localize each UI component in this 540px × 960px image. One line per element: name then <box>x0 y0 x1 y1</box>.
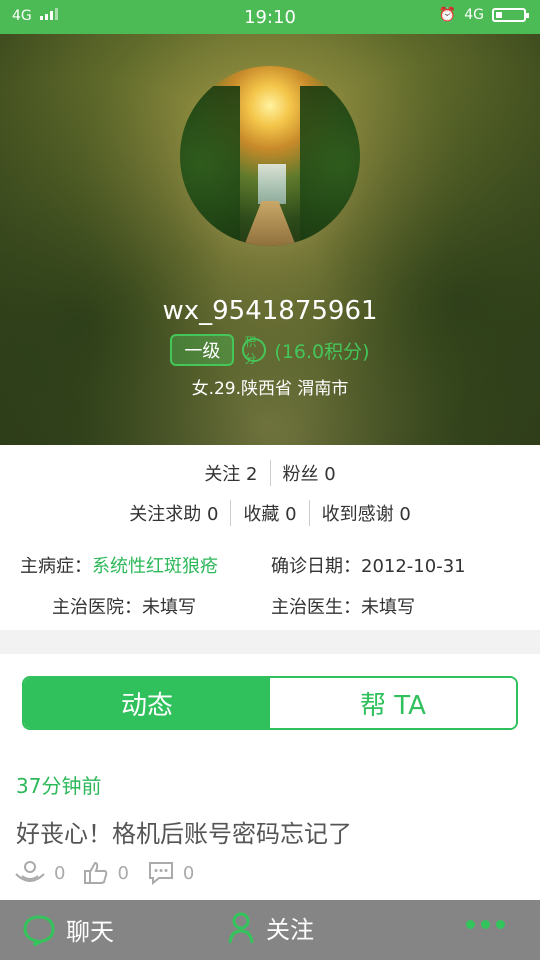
doctor-value: 未填写 <box>361 597 415 618</box>
main-condition-label: 主病症： <box>20 556 92 577</box>
points-icon: 积分 <box>242 335 267 366</box>
hug-count: 0 <box>54 862 66 884</box>
username: wx_9541875961 <box>162 296 378 326</box>
hug-button[interactable]: 0 <box>14 860 65 886</box>
divider <box>308 500 310 526</box>
more-options-icon[interactable] <box>466 920 505 929</box>
divider <box>230 500 232 526</box>
points-text: (16.0积分) <box>274 340 370 363</box>
profile-header: wx_9541875961 一级 积分 (16.0积分) 女.29.陕西省 渭南… <box>0 34 540 445</box>
thanks-count[interactable]: 收到感谢 0 <box>322 500 411 526</box>
avatar[interactable] <box>180 66 360 246</box>
level-badge: 一级 <box>170 334 235 366</box>
tab-activity[interactable]: 动态 <box>24 678 270 728</box>
like-button[interactable]: 0 <box>83 860 129 886</box>
following-count[interactable]: 关注 2 <box>204 460 257 486</box>
user-info: 女.29.陕西省 渭南市 <box>191 379 349 399</box>
status-right: ⏰ 4G <box>438 7 529 23</box>
tab-help-ta[interactable]: 帮 TA <box>270 678 516 728</box>
hospital: 主治医院：未填写 <box>52 593 196 619</box>
main-condition-value[interactable]: 系统性红斑狼疮 <box>92 556 218 577</box>
section-divider <box>0 630 540 654</box>
hospital-label: 主治医院： <box>52 597 142 618</box>
post-actions: 0 0 0 <box>14 860 212 886</box>
bottom-action-bar: 聊天 关注 <box>0 900 540 960</box>
main-condition: 主病症：系统性红斑狼疮 <box>20 552 218 578</box>
hug-icon <box>15 861 45 882</box>
network-type-right: 4G <box>464 7 484 23</box>
comment-count: 0 <box>182 862 195 884</box>
chat-button[interactable]: 聊天 <box>22 912 114 947</box>
favorites-count[interactable]: 收藏 0 <box>243 500 296 526</box>
thumbs-up-icon <box>84 861 108 884</box>
user-add-icon <box>228 912 254 943</box>
activity-stats: 关注求助 0 收藏 0 收到感谢 0 <box>0 500 540 526</box>
diagnosis-date: 确诊日期：2012-10-31 <box>271 552 466 578</box>
follow-label: 关注 <box>266 916 314 944</box>
follow-stats: 关注 2 粉丝 0 <box>0 460 540 486</box>
post-content[interactable]: 好丧心！格机后账号密码忘记了 <box>16 814 352 849</box>
doctor: 主治医生：未填写 <box>271 593 415 619</box>
chat-label: 聊天 <box>66 918 114 946</box>
help-following-count[interactable]: 关注求助 0 <box>129 500 218 526</box>
post-time: 37分钟前 <box>16 774 102 798</box>
follow-button[interactable]: 关注 <box>228 910 314 945</box>
comment-button[interactable]: 0 <box>147 860 194 886</box>
tab-bar: 动态 帮 TA <box>22 676 518 730</box>
divider <box>269 460 271 486</box>
alarm-clock-icon: ⏰ <box>438 7 457 23</box>
doctor-label: 主治医生： <box>271 597 361 618</box>
chat-bubble-icon <box>23 914 55 946</box>
level-row: 一级 积分 (16.0积分) <box>0 334 540 366</box>
diagnosis-date-value: 2012-10-31 <box>361 556 466 577</box>
battery-icon <box>492 8 529 22</box>
fans-count[interactable]: 粉丝 0 <box>283 460 336 486</box>
hospital-value: 未填写 <box>142 597 196 618</box>
comment-icon <box>148 862 173 886</box>
status-bar: 4G 19:10 ⏰ 4G <box>0 0 540 34</box>
like-count: 0 <box>117 862 129 884</box>
diagnosis-date-label: 确诊日期： <box>271 556 361 577</box>
